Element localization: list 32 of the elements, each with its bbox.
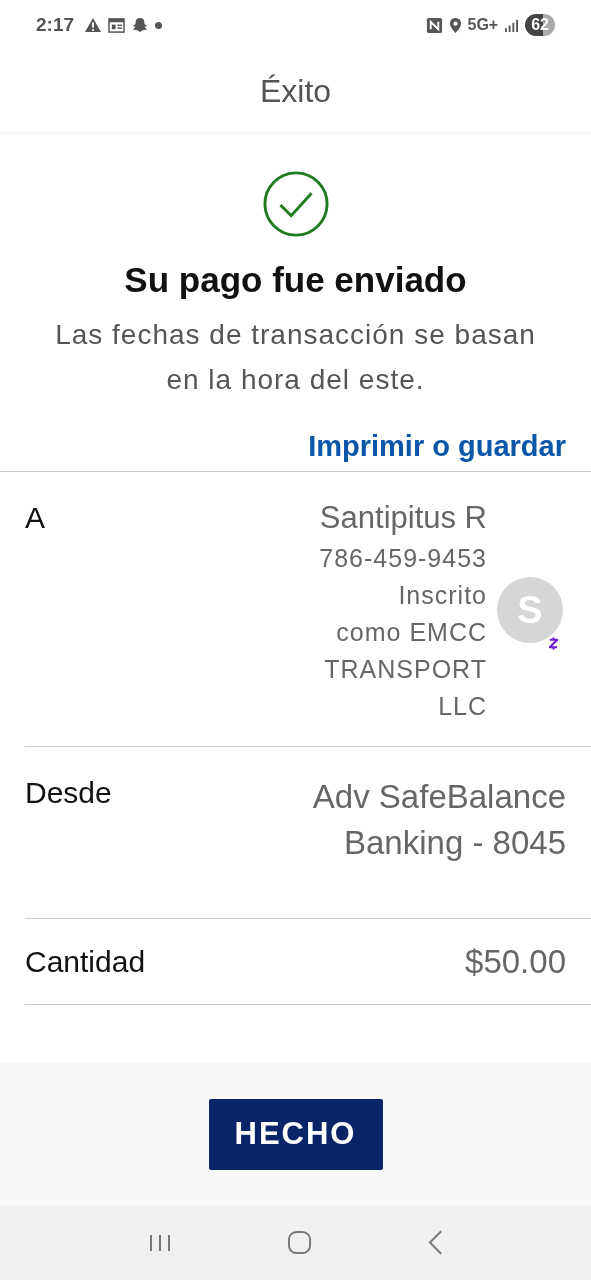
account-value: Adv SafeBalance xyxy=(312,777,566,817)
back-icon[interactable] xyxy=(428,1230,444,1255)
calendar-icon xyxy=(108,17,126,33)
print-save-link[interactable]: Imprimir o guardar xyxy=(308,430,566,466)
screen-title: Éxito xyxy=(259,72,332,110)
account-value: Banking - 8045 xyxy=(344,823,566,863)
detail-label: A xyxy=(25,500,45,536)
battery-level: 62 xyxy=(525,14,555,36)
status-time: 2:17 xyxy=(36,14,75,36)
recipient-name: Santipitus R xyxy=(319,500,487,536)
detail-label: Cantidad xyxy=(25,944,146,980)
confirmation-title: Su pago fue enviado xyxy=(124,260,467,300)
home-icon[interactable] xyxy=(287,1230,313,1255)
recipient-detail: Inscrito xyxy=(398,580,487,611)
recipient-detail: LLC xyxy=(438,691,487,722)
recipient-detail: TRANSPORT xyxy=(324,654,487,685)
location-icon xyxy=(448,16,462,34)
recipient-detail: como EMCC xyxy=(336,617,487,648)
network-type: 5G+ xyxy=(467,16,499,34)
signal-icon xyxy=(504,18,520,32)
confirmation-message: Las fechas de transacción se basan en la hora del este. xyxy=(54,318,537,397)
detail-label: Desde xyxy=(25,775,112,811)
recents-icon[interactable] xyxy=(147,1233,172,1252)
dot-icon xyxy=(155,21,163,29)
amount-value: $50.00 xyxy=(465,942,566,982)
success-check-icon xyxy=(261,170,330,238)
warning-icon xyxy=(84,17,103,33)
nfc-icon xyxy=(425,16,443,34)
recipient-detail: 786-459-9453 xyxy=(319,543,487,574)
ghost-icon xyxy=(131,17,150,33)
zelle-icon xyxy=(548,636,559,651)
done-button[interactable]: HECHO xyxy=(208,1098,383,1170)
